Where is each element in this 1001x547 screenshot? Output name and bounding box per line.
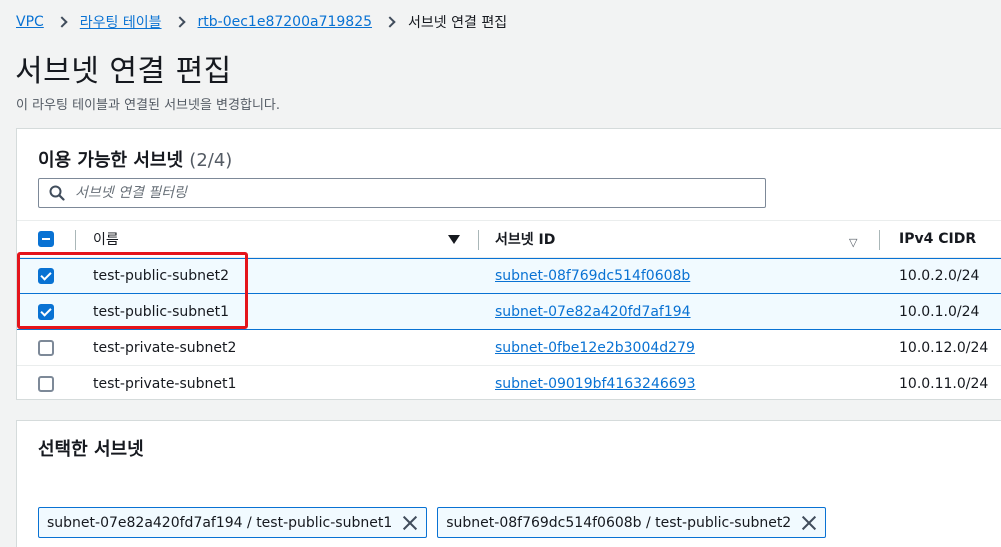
table-row[interactable]: test-private-subnet1 subnet-09019bf41632… — [17, 366, 1001, 402]
subnet-name: test-public-subnet2 — [93, 268, 230, 284]
row-checkbox[interactable] — [38, 376, 54, 392]
sort-icon[interactable]: ▽ — [849, 236, 857, 249]
subnet-id-link[interactable]: subnet-09019bf4163246693 — [495, 376, 696, 392]
selected-subnets-heading: 선택한 서브넷 — [38, 439, 144, 460]
breadcrumb-link-route-tables[interactable]: 라우팅 테이블 — [80, 12, 162, 32]
available-subnets-heading: 이용 가능한 서브넷 (2/4) — [38, 146, 232, 172]
column-divider — [75, 230, 76, 250]
subnet-filter[interactable] — [38, 178, 766, 208]
available-subnets-panel: 이용 가능한 서브넷 (2/4) 이름 서브넷 ID ▽ IPv4 CIDR t… — [16, 128, 1001, 400]
selected-subnet-token: subnet-08f769dc514f0608b / test-public-s… — [437, 507, 827, 538]
subnet-cidr: 10.0.11.0/24 — [899, 376, 989, 392]
table-row[interactable]: test-public-subnet1 subnet-07e82a420fd7a… — [17, 294, 1001, 330]
column-header-subnet-id[interactable]: 서브넷 ID — [495, 221, 555, 257]
token-label: subnet-08f769dc514f0608b / test-public-s… — [446, 514, 792, 531]
subnet-filter-input[interactable] — [75, 185, 755, 201]
subnet-cidr: 10.0.1.0/24 — [899, 303, 980, 320]
table-row[interactable]: test-private-subnet2 subnet-0fbe12e2b300… — [17, 330, 1001, 366]
breadcrumb-current: 서브넷 연결 편집 — [408, 15, 508, 31]
column-divider[interactable] — [478, 230, 479, 250]
subnet-name: test-public-subnet1 — [93, 303, 230, 320]
close-icon[interactable] — [801, 515, 817, 531]
row-checkbox[interactable] — [38, 303, 54, 320]
breadcrumb: VPC 라우팅 테이블 rtb-0ec1e87200a719825 서브넷 연결… — [16, 12, 507, 32]
chevron-right-icon — [56, 16, 68, 28]
breadcrumb-link-route-table-id[interactable]: rtb-0ec1e87200a719825 — [198, 14, 372, 30]
subnet-name: test-private-subnet2 — [93, 339, 237, 356]
row-checkbox[interactable] — [38, 339, 54, 356]
selected-subnet-tokens: subnet-07e82a420fd7af194 / test-public-s… — [38, 507, 827, 538]
subnet-cidr: 10.0.12.0/24 — [899, 339, 989, 356]
page-description: 이 라우팅 테이블과 연결된 서브넷을 변경합니다. — [16, 98, 280, 113]
subnet-name: test-private-subnet1 — [93, 376, 237, 392]
column-divider[interactable] — [879, 230, 880, 250]
breadcrumb-link-vpc[interactable]: VPC — [16, 14, 44, 30]
chevron-right-icon — [173, 16, 186, 28]
table-header: 이름 서브넷 ID ▽ IPv4 CIDR — [17, 220, 1001, 258]
column-header-name[interactable]: 이름 — [93, 221, 119, 257]
table-row[interactable]: test-public-subnet2 subnet-08f769dc514f0… — [17, 258, 1001, 294]
column-header-ipv4-cidr[interactable]: IPv4 CIDR — [899, 221, 976, 257]
subnet-id-link[interactable]: subnet-08f769dc514f0608b — [495, 268, 690, 284]
close-icon[interactable] — [402, 515, 418, 531]
selected-subnets-panel: 선택한 서브넷 subnet-07e82a420fd7af194 / test-… — [16, 420, 1001, 547]
subnet-id-link[interactable]: subnet-0fbe12e2b3004d279 — [495, 340, 695, 356]
subnets-table: 이름 서브넷 ID ▽ IPv4 CIDR test-public-subnet… — [17, 220, 1001, 402]
chevron-right-icon — [384, 16, 396, 28]
search-icon — [49, 185, 65, 201]
available-subnets-title: 이용 가능한 서브넷 — [38, 150, 184, 171]
subnet-id-link[interactable]: subnet-07e82a420fd7af194 — [495, 304, 691, 320]
available-subnets-count: (2/4) — [189, 150, 233, 171]
sort-descending-icon[interactable] — [448, 235, 460, 244]
token-label: subnet-07e82a420fd7af194 / test-public-s… — [47, 514, 393, 531]
row-checkbox[interactable] — [38, 268, 54, 284]
select-all-checkbox[interactable] — [38, 231, 54, 247]
selected-subnet-token: subnet-07e82a420fd7af194 / test-public-s… — [38, 507, 428, 538]
page-title: 서브넷 연결 편집 — [15, 54, 232, 89]
subnet-cidr: 10.0.2.0/24 — [899, 268, 980, 284]
